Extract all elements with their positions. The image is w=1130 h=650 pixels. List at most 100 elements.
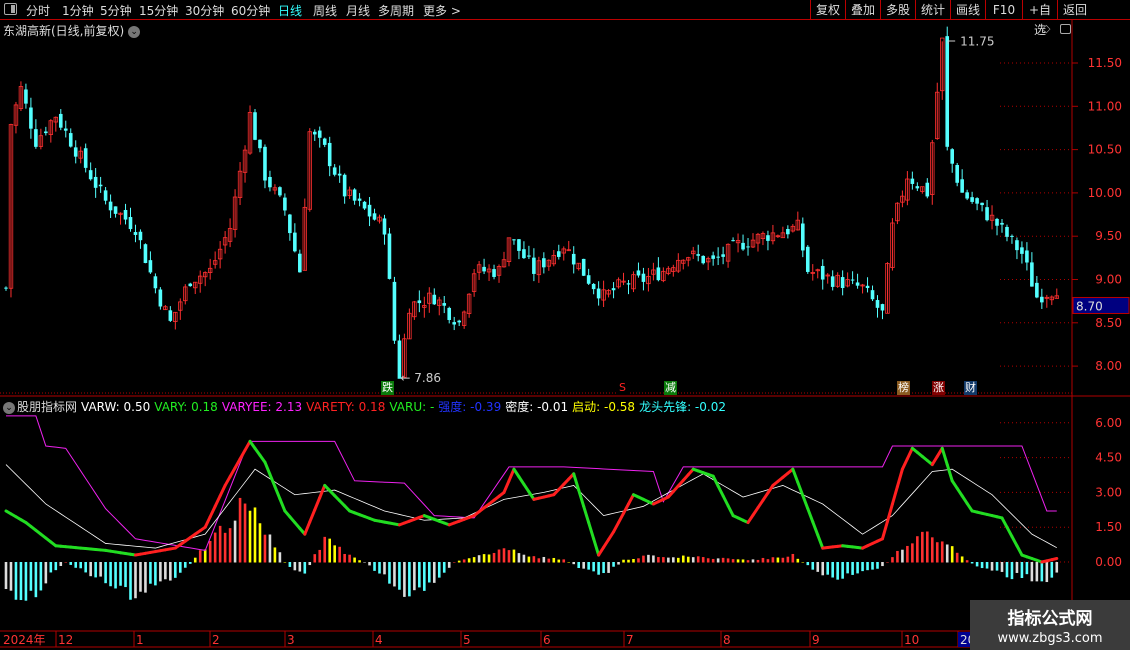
candle-body [1035, 282, 1039, 298]
oscillator-segment [721, 494, 730, 508]
oscillator-segment [263, 460, 272, 476]
oscillator-segment [303, 520, 312, 536]
histogram-bar [383, 562, 386, 575]
histogram-bar [1055, 562, 1059, 573]
indicator-value: 启动: -0.58 [572, 400, 636, 414]
histogram-bar [587, 562, 590, 570]
oscillator-segment [905, 446, 914, 461]
candle-body [258, 139, 262, 149]
histogram-bar [582, 562, 585, 569]
candle-body [317, 130, 322, 138]
time-label: 1 [136, 633, 144, 647]
histogram-bar [343, 553, 346, 563]
candle-body [865, 285, 870, 289]
indicator-value: VARY: 0.18 [154, 400, 218, 414]
histogram-bar [851, 562, 854, 575]
histogram-bar [896, 550, 899, 563]
candle-body [711, 255, 715, 259]
histogram-bar [393, 562, 396, 587]
candle-body [492, 269, 496, 277]
signal-marker[interactable]: 减 [664, 381, 677, 395]
indicator-menu-icon[interactable]: ⌄ [3, 401, 15, 414]
oscillator-segment [890, 485, 899, 506]
histogram-bar [960, 556, 964, 563]
histogram-bar [911, 543, 914, 563]
indicator-legend: ⌄ 股朋指标网 VARW: 0.50 VARY: 0.18 VARYEE: 2.13 VA… [3, 398, 734, 415]
histogram-bar [462, 559, 466, 563]
histogram-bar [642, 555, 645, 563]
candle-body [288, 214, 292, 234]
oscillator-segment [711, 474, 720, 488]
histogram-bar [681, 555, 685, 563]
candle-body [283, 197, 287, 211]
histogram-bar [811, 562, 815, 570]
histogram-bar [49, 562, 53, 573]
histogram-bar [482, 554, 486, 563]
histogram-bar [826, 562, 829, 575]
candle-body [382, 218, 387, 235]
price-tick-label: 10.50 [1088, 143, 1122, 157]
candle-body [24, 89, 28, 104]
histogram-bar [278, 552, 282, 563]
indicator-tick-label: 3.00 [1095, 485, 1122, 499]
histogram-bar [751, 559, 755, 563]
histogram-bar [821, 562, 825, 576]
candle-body [855, 282, 860, 286]
low-price-annotation: ← 7.86 [400, 371, 441, 385]
signal-marker[interactable]: 榜 [897, 381, 910, 395]
histogram-bar [218, 525, 222, 563]
histogram-bar [233, 520, 237, 563]
candle-body [482, 266, 486, 272]
candle-body [731, 240, 735, 242]
histogram-bar [975, 562, 979, 567]
oscillator-segment [223, 475, 232, 487]
price-tick-label: 8.00 [1095, 359, 1122, 373]
histogram-bar [921, 531, 924, 563]
candle-body [985, 207, 989, 221]
histogram-bar [447, 562, 451, 568]
histogram-bar [502, 548, 506, 563]
histogram-bar [114, 562, 117, 589]
histogram-bar [552, 557, 556, 563]
histogram-bar [129, 562, 132, 600]
kline-chart[interactable]: 11.5011.0010.5010.009.509.008.508.006.00… [0, 0, 1130, 650]
histogram-bar [806, 562, 810, 566]
candle-body [950, 149, 954, 164]
histogram-bar [662, 557, 665, 563]
oscillator-segment [278, 497, 287, 513]
histogram-bar [950, 546, 954, 563]
indicator-name[interactable]: 股朋指标网 [17, 400, 77, 414]
oscillator-segment [612, 521, 621, 534]
candle-body [925, 182, 930, 197]
signal-marker[interactable]: 跌 [381, 381, 394, 395]
histogram-bar [995, 562, 999, 571]
histogram-bar [577, 562, 580, 569]
candle-body [960, 179, 964, 193]
histogram-bar [940, 541, 944, 563]
watermark-url: www.zbgs3.com [997, 631, 1103, 646]
histogram-bar [1005, 562, 1009, 578]
candle-body [417, 300, 422, 304]
histogram-bar [786, 556, 790, 563]
histogram-bar [373, 562, 376, 571]
histogram-bar [308, 562, 312, 566]
candle-body [253, 112, 257, 140]
histogram-bar [442, 562, 446, 573]
candle-body [327, 142, 332, 167]
histogram-bar [647, 554, 650, 563]
candle-body [915, 186, 920, 189]
histogram-bar [348, 554, 351, 563]
time-label: 2 [212, 633, 220, 647]
histogram-bar [198, 550, 202, 563]
signal-marker[interactable]: 财 [964, 381, 977, 395]
signal-marker[interactable]: 涨 [932, 381, 945, 395]
candle-body [542, 258, 546, 268]
candle-body [83, 148, 88, 168]
candle-body [158, 289, 163, 307]
histogram-bar [617, 562, 620, 565]
histogram-bar [423, 562, 426, 591]
histogram-bar [916, 536, 919, 563]
candle-body [746, 246, 750, 248]
signal-marker[interactable]: S [616, 381, 629, 395]
candle-body [293, 232, 297, 252]
